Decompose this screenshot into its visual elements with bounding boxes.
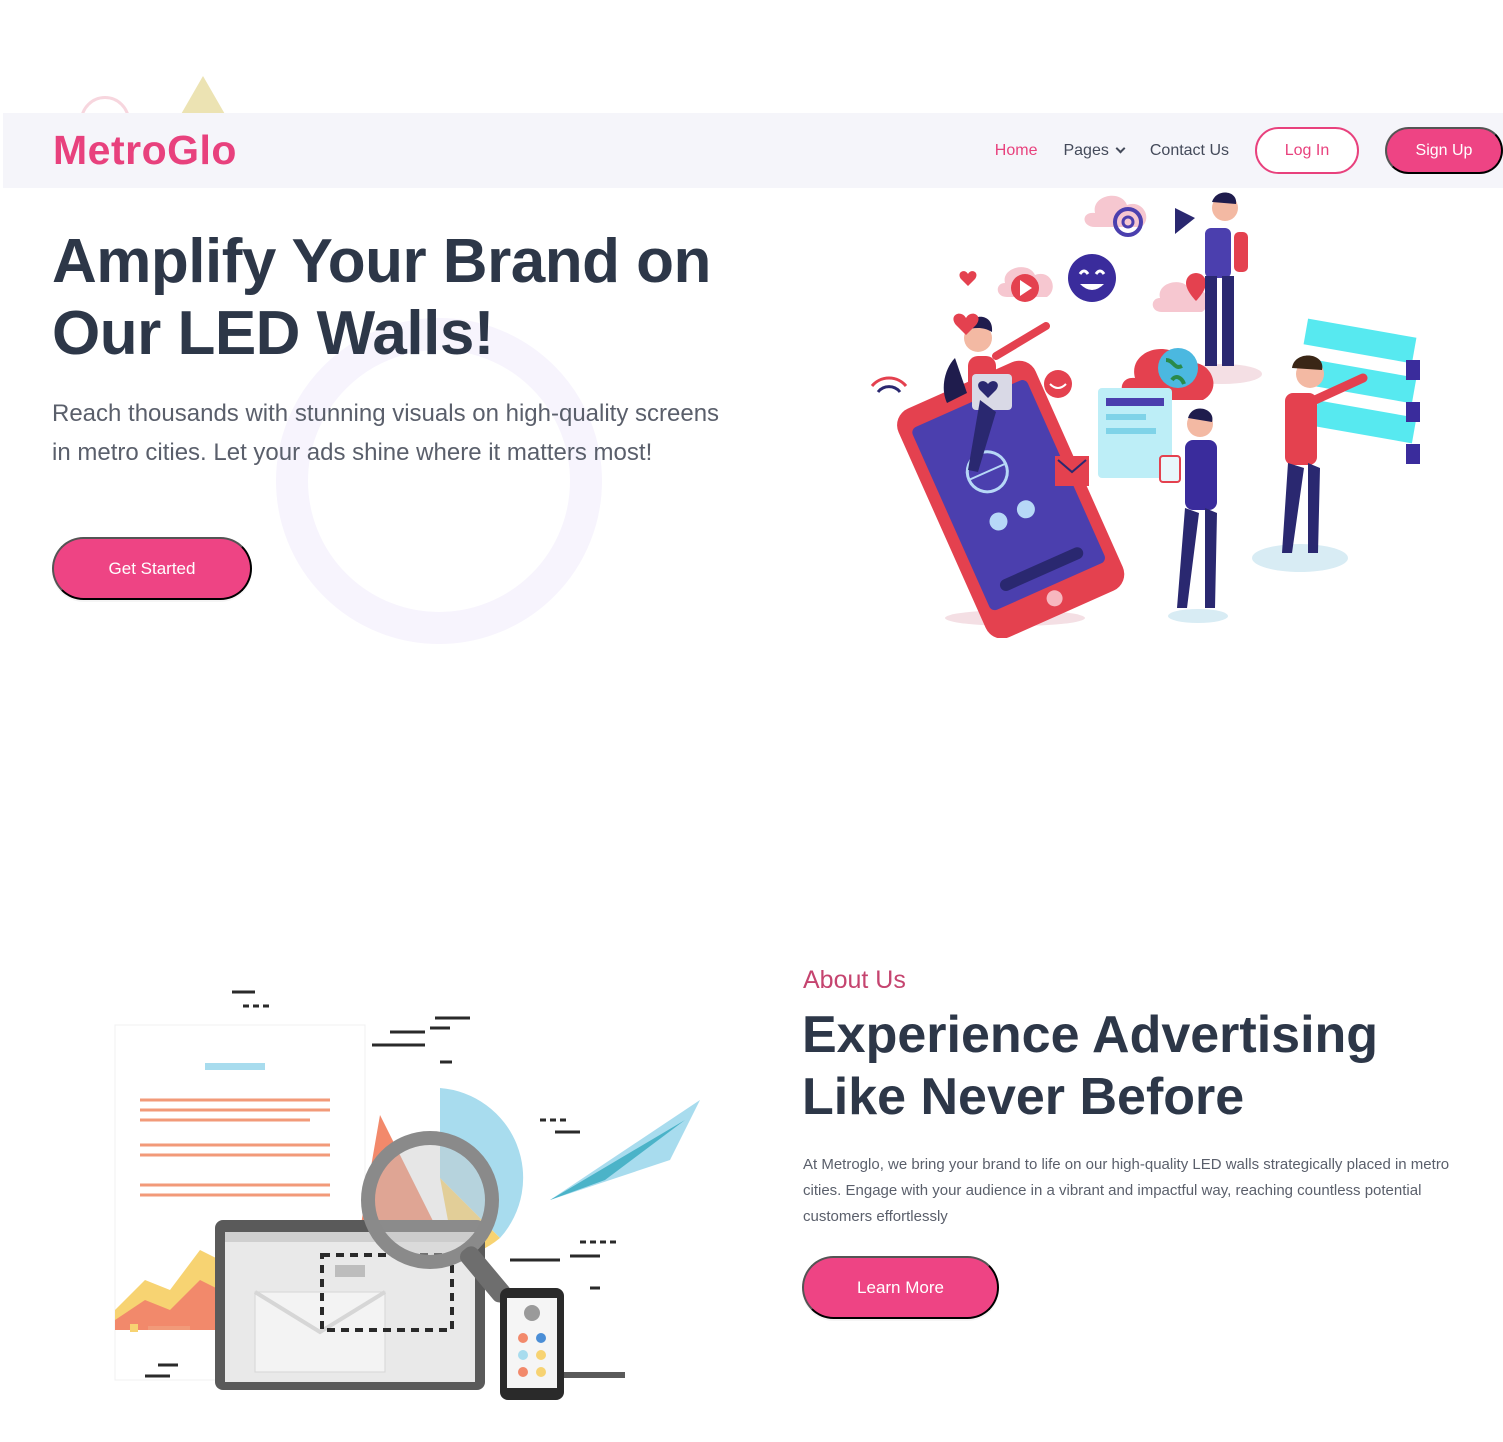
get-started-button[interactable]: Get Started [52,537,252,600]
nav-contact-link[interactable]: Contact Us [1150,142,1229,160]
chevron-down-icon [1115,143,1126,154]
brand-logo[interactable]: MetroGlo [53,127,237,174]
signup-button[interactable]: Sign Up [1385,127,1503,174]
login-button[interactable]: Log In [1255,127,1359,174]
nav-pages-dropdown[interactable]: Pages [1063,141,1126,160]
email-analytics-illustration-icon [114,990,700,1400]
navbar: MetroGlo Home Pages Contact Us Log In Si… [3,113,1503,188]
landing-page: MetroGlo Home Pages Contact Us Log In Si… [0,0,1503,1442]
about-description: At Metroglo, we bring your brand to life… [803,1156,1450,1225]
nav-links: Home Pages Contact Us Log In Sign Up [995,113,1503,188]
about-eyebrow: About Us [803,966,906,994]
hero-description: Reach thousands with stunning visuals on… [52,400,720,466]
nav-pages-label: Pages [1063,141,1109,159]
decorative-triangle [180,76,226,116]
about-title: Experience Advertising Like Never Before [802,1006,1379,1126]
hero-title: Amplify Your Brand on Our LED Walls! [52,227,711,368]
learn-more-button[interactable]: Learn More [802,1256,999,1319]
digital-marketing-illustration-icon [870,192,1420,638]
nav-home-link[interactable]: Home [995,142,1038,160]
